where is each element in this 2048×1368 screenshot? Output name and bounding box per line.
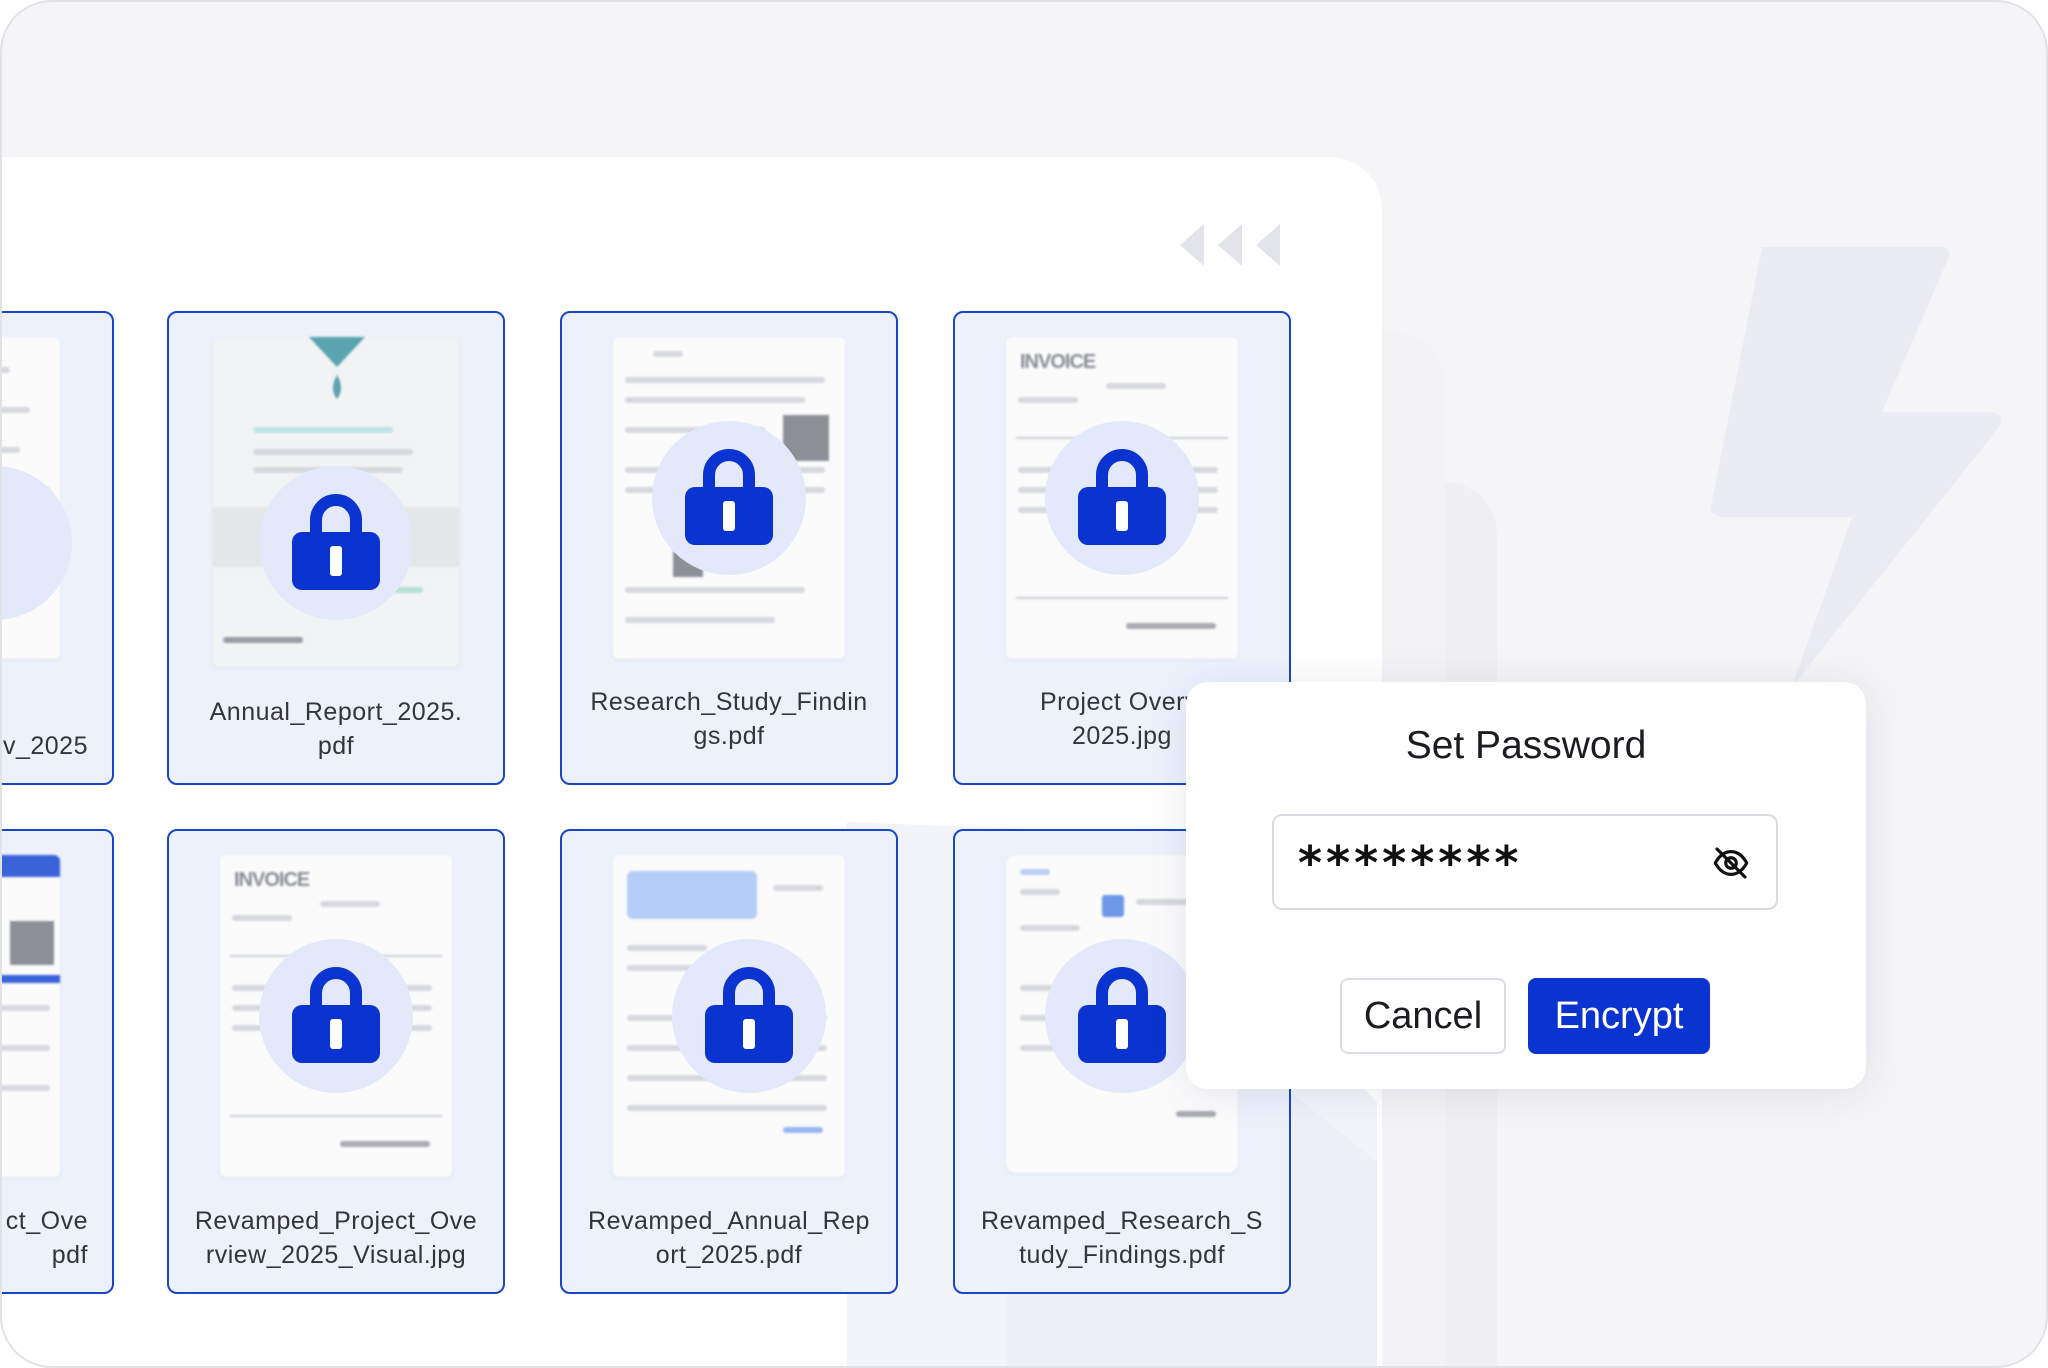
app-frame: v_2025 Annual_Report_2025. pdf Research_…	[0, 0, 2048, 1368]
file-name-line: ort_2025.pdf	[655, 1241, 803, 1269]
file-name-line: Revamped_Annual_Rep	[588, 1207, 870, 1235]
set-password-dialog: Set Password ******** Cancel Encrypt	[1186, 682, 1866, 1089]
lock-icon	[685, 449, 773, 545]
file-name: Revamped_Research_S tudy_Findings.pdf	[955, 1204, 1289, 1272]
chevron-left-icon[interactable]	[1174, 220, 1284, 270]
file-card[interactable]: ct_Ove pdf	[2, 829, 114, 1294]
file-name: Research_Study_Findin gs.pdf	[562, 685, 896, 753]
file-name: ct_Ove pdf	[2, 1204, 112, 1272]
lock-icon	[292, 967, 380, 1063]
file-card[interactable]: v_2025	[2, 311, 114, 785]
eye-off-icon[interactable]	[1710, 842, 1752, 884]
file-card[interactable]: Annual_Report_2025. pdf	[167, 311, 505, 785]
file-name-line: v_2025	[2, 732, 88, 760]
file-name: Revamped_Project_Ove rview_2025_Visual.j…	[169, 1204, 503, 1272]
file-name-line: Research_Study_Findin	[590, 688, 868, 716]
file-name-line: rview_2025_Visual.jpg	[205, 1241, 467, 1269]
file-name: v_2025	[2, 729, 112, 763]
file-name-line: Revamped_Research_S	[981, 1207, 1263, 1235]
lock-icon	[1078, 449, 1166, 545]
file-name-line: gs.pdf	[693, 722, 765, 750]
password-value: ********	[1298, 836, 1523, 890]
file-card[interactable]: Revamped_Annual_Rep ort_2025.pdf	[560, 829, 898, 1294]
lock-icon	[705, 967, 794, 1063]
lock-badge	[1045, 939, 1199, 1093]
file-card[interactable]: Research_Study_Findin gs.pdf	[560, 311, 898, 785]
lock-badge	[652, 421, 806, 575]
lock-badge	[2, 466, 72, 620]
file-card[interactable]: INVOICE Revamped_Project_Ove rview_2025_…	[167, 829, 505, 1294]
lock-icon	[1078, 967, 1166, 1063]
file-name-line: tudy_Findings.pdf	[1019, 1241, 1225, 1269]
lightning-bolt-icon	[1710, 247, 2002, 687]
lock-badge	[672, 939, 827, 1093]
lock-badge	[259, 939, 413, 1093]
file-name-line: ct_Ove	[5, 1207, 88, 1235]
file-name: Annual_Report_2025. pdf	[169, 695, 503, 763]
file-name-line: pdf	[317, 732, 355, 760]
invoice-header: INVOICE	[1020, 351, 1096, 373]
cancel-button[interactable]: Cancel	[1340, 978, 1506, 1054]
invoice-header: INVOICE	[234, 869, 310, 891]
encrypt-button[interactable]: Encrypt	[1528, 978, 1710, 1054]
file-name-line: pdf	[51, 1241, 88, 1269]
file-name-line: Annual_Report_2025.	[209, 698, 463, 726]
lock-badge	[1045, 421, 1199, 575]
file-thumbnail	[2, 855, 60, 1177]
lock-badge	[259, 466, 413, 620]
file-name: Revamped_Annual_Rep ort_2025.pdf	[562, 1204, 896, 1272]
dialog-title: Set Password	[1405, 724, 1647, 767]
file-name-line: Revamped_Project_Ove	[194, 1207, 478, 1235]
lock-icon	[292, 494, 380, 590]
password-input[interactable]: ********	[1272, 814, 1778, 910]
